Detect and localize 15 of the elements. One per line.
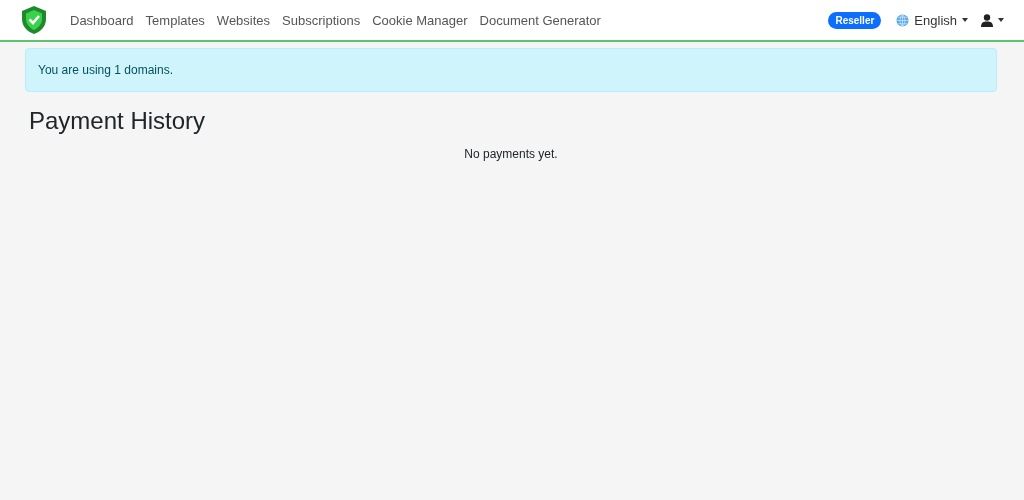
user-icon bbox=[981, 13, 993, 27]
page-heading: Payment History bbox=[29, 107, 207, 135]
shield-logo-icon[interactable] bbox=[20, 5, 48, 35]
language-dropdown[interactable]: English bbox=[896, 12, 968, 28]
nav-link[interactable]: Websites bbox=[216, 12, 271, 28]
nav-link[interactable]: Subscriptions bbox=[282, 12, 361, 28]
empty-message: No payments yet. bbox=[463, 147, 559, 161]
nav-link[interactable]: Dashboard bbox=[70, 12, 134, 28]
nav-link[interactable]: Document Generator bbox=[479, 12, 601, 28]
user-menu[interactable] bbox=[981, 13, 1004, 27]
nav-link[interactable]: Templates bbox=[145, 12, 205, 28]
globe-icon bbox=[896, 13, 910, 27]
nav-link[interactable]: Cookie Manager bbox=[372, 12, 468, 28]
reseller-badge: Reseller bbox=[828, 11, 882, 29]
info-alert: You are using 1 domains. bbox=[25, 48, 997, 92]
